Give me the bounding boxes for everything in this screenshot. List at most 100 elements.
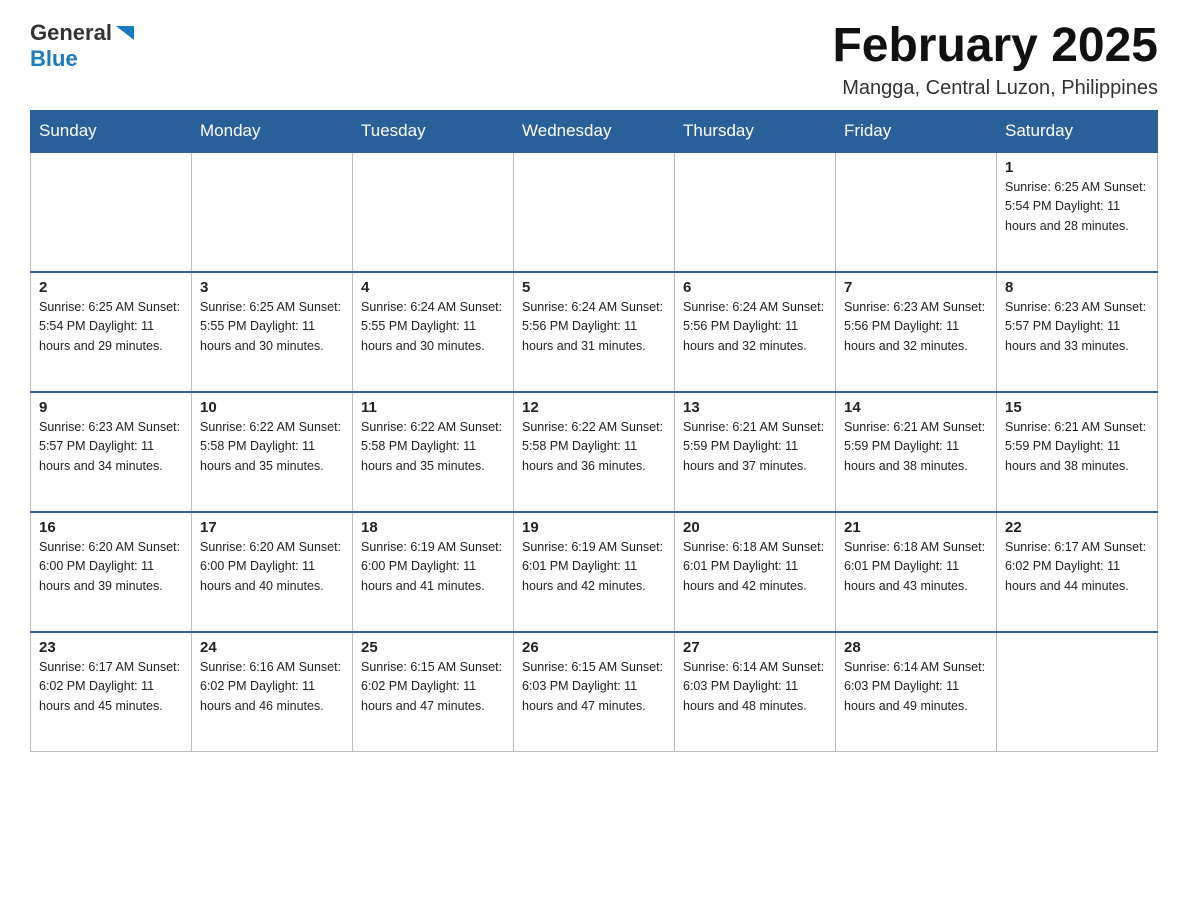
calendar-day-header: Tuesday (353, 110, 514, 152)
day-info: Sunrise: 6:25 AM Sunset: 5:54 PM Dayligh… (1005, 178, 1149, 236)
day-info: Sunrise: 6:23 AM Sunset: 5:57 PM Dayligh… (39, 418, 183, 476)
calendar-day-cell: 12 Sunrise: 6:22 AM Sunset: 5:58 PM Dayli… (514, 392, 675, 512)
day-info: Sunrise: 6:21 AM Sunset: 5:59 PM Dayligh… (683, 418, 827, 476)
day-info: Sunrise: 6:25 AM Sunset: 5:55 PM Dayligh… (200, 298, 344, 356)
day-number: 1 (1005, 159, 1149, 176)
calendar-day-cell: 9 Sunrise: 6:23 AM Sunset: 5:57 PM Daylig… (31, 392, 192, 512)
day-info: Sunrise: 6:22 AM Sunset: 5:58 PM Dayligh… (522, 418, 666, 476)
day-number: 6 (683, 279, 827, 296)
day-number: 11 (361, 399, 505, 416)
calendar-day-cell (353, 152, 514, 272)
calendar-day-cell: 20 Sunrise: 6:18 AM Sunset: 6:01 PM Dayli… (675, 512, 836, 632)
calendar-day-cell: 4 Sunrise: 6:24 AM Sunset: 5:55 PM Daylig… (353, 272, 514, 392)
calendar-day-cell (675, 152, 836, 272)
calendar-day-cell: 1 Sunrise: 6:25 AM Sunset: 5:54 PM Daylig… (997, 152, 1158, 272)
day-number: 15 (1005, 399, 1149, 416)
day-number: 12 (522, 399, 666, 416)
day-info: Sunrise: 6:24 AM Sunset: 5:56 PM Dayligh… (522, 298, 666, 356)
logo-blue-text: Blue (30, 46, 78, 72)
day-number: 8 (1005, 279, 1149, 296)
calendar-day-cell (997, 632, 1158, 752)
calendar-day-cell: 17 Sunrise: 6:20 AM Sunset: 6:00 PM Dayli… (192, 512, 353, 632)
calendar-day-cell: 18Sunrise: 6:19 AM Sunset: 6:00 PM Dayli… (353, 512, 514, 632)
calendar-week-row: 23 Sunrise: 6:17 AM Sunset: 6:02 PM Dayli… (31, 632, 1158, 752)
calendar-week-row: 16 Sunrise: 6:20 AM Sunset: 6:00 PM Dayli… (31, 512, 1158, 632)
day-info: Sunrise: 6:22 AM Sunset: 5:58 PM Dayligh… (361, 418, 505, 476)
calendar-week-row: 9 Sunrise: 6:23 AM Sunset: 5:57 PM Daylig… (31, 392, 1158, 512)
day-number: 13 (683, 399, 827, 416)
calendar-day-cell: 5Sunrise: 6:24 AM Sunset: 5:56 PM Daylig… (514, 272, 675, 392)
day-info: Sunrise: 6:19 AM Sunset: 6:01 PM Dayligh… (522, 538, 666, 596)
day-info: Sunrise: 6:22 AM Sunset: 5:58 PM Dayligh… (200, 418, 344, 476)
logo-general-text: General (30, 20, 112, 46)
calendar-day-header: Friday (836, 110, 997, 152)
day-info: Sunrise: 6:24 AM Sunset: 5:55 PM Dayligh… (361, 298, 505, 356)
calendar-table: SundayMondayTuesdayWednesdayThursdayFrid… (30, 110, 1158, 753)
calendar-day-cell: 16 Sunrise: 6:20 AM Sunset: 6:00 PM Dayli… (31, 512, 192, 632)
calendar-day-cell: 22Sunrise: 6:17 AM Sunset: 6:02 PM Dayli… (997, 512, 1158, 632)
calendar-day-cell: 21 Sunrise: 6:18 AM Sunset: 6:01 PM Dayli… (836, 512, 997, 632)
calendar-day-header: Saturday (997, 110, 1158, 152)
calendar-day-cell: 19 Sunrise: 6:19 AM Sunset: 6:01 PM Dayli… (514, 512, 675, 632)
calendar-day-cell: 27 Sunrise: 6:14 AM Sunset: 6:03 PM Dayli… (675, 632, 836, 752)
calendar-header-row: SundayMondayTuesdayWednesdayThursdayFrid… (31, 110, 1158, 152)
calendar-day-cell: 23 Sunrise: 6:17 AM Sunset: 6:02 PM Dayli… (31, 632, 192, 752)
day-info: Sunrise: 6:21 AM Sunset: 5:59 PM Dayligh… (844, 418, 988, 476)
day-info: Sunrise: 6:15 AM Sunset: 6:03 PM Dayligh… (522, 658, 666, 716)
day-number: 26 (522, 639, 666, 656)
calendar-day-cell: 7Sunrise: 6:23 AM Sunset: 5:56 PM Daylig… (836, 272, 997, 392)
calendar-day-cell: 11 Sunrise: 6:22 AM Sunset: 5:58 PM Dayli… (353, 392, 514, 512)
day-info: Sunrise: 6:23 AM Sunset: 5:57 PM Dayligh… (1005, 298, 1149, 356)
calendar-title: February 2025 (832, 20, 1158, 73)
calendar-day-cell: 15Sunrise: 6:21 AM Sunset: 5:59 PM Dayli… (997, 392, 1158, 512)
calendar-day-header: Thursday (675, 110, 836, 152)
logo: General Blue (30, 20, 136, 72)
calendar-day-cell: 26 Sunrise: 6:15 AM Sunset: 6:03 PM Dayli… (514, 632, 675, 752)
day-number: 19 (522, 519, 666, 536)
day-number: 17 (200, 519, 344, 536)
day-number: 23 (39, 639, 183, 656)
day-number: 16 (39, 519, 183, 536)
calendar-day-cell: 8 Sunrise: 6:23 AM Sunset: 5:57 PM Daylig… (997, 272, 1158, 392)
calendar-day-cell: 28 Sunrise: 6:14 AM Sunset: 6:03 PM Dayli… (836, 632, 997, 752)
day-info: Sunrise: 6:16 AM Sunset: 6:02 PM Dayligh… (200, 658, 344, 716)
calendar-day-cell: 13 Sunrise: 6:21 AM Sunset: 5:59 PM Dayli… (675, 392, 836, 512)
day-number: 24 (200, 639, 344, 656)
day-info: Sunrise: 6:20 AM Sunset: 6:00 PM Dayligh… (39, 538, 183, 596)
calendar-day-cell: 2Sunrise: 6:25 AM Sunset: 5:54 PM Daylig… (31, 272, 192, 392)
calendar-day-cell: 3Sunrise: 6:25 AM Sunset: 5:55 PM Daylig… (192, 272, 353, 392)
day-number: 10 (200, 399, 344, 416)
day-info: Sunrise: 6:24 AM Sunset: 5:56 PM Dayligh… (683, 298, 827, 356)
page-header: General Blue February 2025 Mangga, Centr… (30, 20, 1158, 100)
day-info: Sunrise: 6:18 AM Sunset: 6:01 PM Dayligh… (844, 538, 988, 596)
calendar-week-row: 2Sunrise: 6:25 AM Sunset: 5:54 PM Daylig… (31, 272, 1158, 392)
day-info: Sunrise: 6:17 AM Sunset: 6:02 PM Dayligh… (39, 658, 183, 716)
day-info: Sunrise: 6:14 AM Sunset: 6:03 PM Dayligh… (683, 658, 827, 716)
title-block: February 2025 Mangga, Central Luzon, Phi… (832, 20, 1158, 100)
day-number: 2 (39, 279, 183, 296)
calendar-day-header: Sunday (31, 110, 192, 152)
day-number: 25 (361, 639, 505, 656)
day-info: Sunrise: 6:18 AM Sunset: 6:01 PM Dayligh… (683, 538, 827, 596)
day-number: 20 (683, 519, 827, 536)
logo-triangle-icon (114, 22, 136, 44)
calendar-day-cell: 25 Sunrise: 6:15 AM Sunset: 6:02 PM Dayli… (353, 632, 514, 752)
day-info: Sunrise: 6:14 AM Sunset: 6:03 PM Dayligh… (844, 658, 988, 716)
calendar-day-cell: 14 Sunrise: 6:21 AM Sunset: 5:59 PM Dayli… (836, 392, 997, 512)
calendar-day-cell: 6 Sunrise: 6:24 AM Sunset: 5:56 PM Daylig… (675, 272, 836, 392)
day-number: 14 (844, 399, 988, 416)
calendar-day-cell (514, 152, 675, 272)
day-number: 9 (39, 399, 183, 416)
day-number: 21 (844, 519, 988, 536)
day-info: Sunrise: 6:20 AM Sunset: 6:00 PM Dayligh… (200, 538, 344, 596)
day-info: Sunrise: 6:15 AM Sunset: 6:02 PM Dayligh… (361, 658, 505, 716)
calendar-subtitle: Mangga, Central Luzon, Philippines (832, 77, 1158, 100)
day-number: 28 (844, 639, 988, 656)
calendar-week-row: 1 Sunrise: 6:25 AM Sunset: 5:54 PM Daylig… (31, 152, 1158, 272)
calendar-day-cell (31, 152, 192, 272)
day-info: Sunrise: 6:23 AM Sunset: 5:56 PM Dayligh… (844, 298, 988, 356)
day-number: 27 (683, 639, 827, 656)
day-number: 4 (361, 279, 505, 296)
calendar-day-cell (192, 152, 353, 272)
day-info: Sunrise: 6:17 AM Sunset: 6:02 PM Dayligh… (1005, 538, 1149, 596)
